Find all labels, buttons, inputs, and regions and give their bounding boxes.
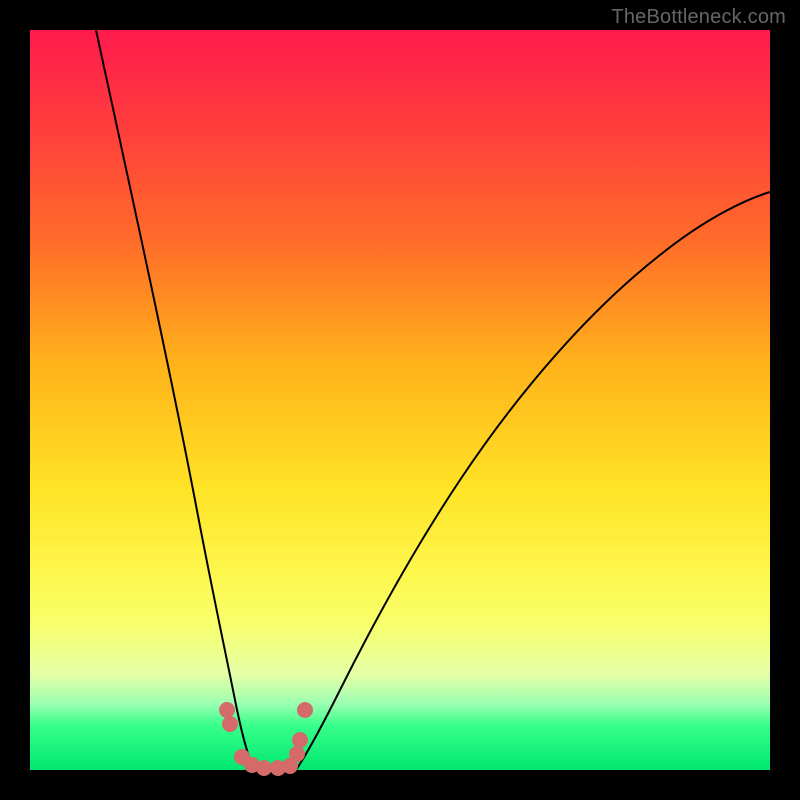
curve-right	[296, 192, 770, 770]
curve-left	[96, 30, 258, 770]
chart-area	[30, 30, 770, 770]
marker-dot	[297, 702, 313, 718]
marker-dot	[292, 732, 308, 748]
bottleneck-curve-plot	[30, 30, 770, 770]
marker-dot	[289, 746, 305, 762]
marker-dot	[222, 716, 238, 732]
watermark-text: TheBottleneck.com	[611, 6, 786, 29]
marker-dot	[219, 702, 235, 718]
marker-dot	[256, 760, 272, 776]
